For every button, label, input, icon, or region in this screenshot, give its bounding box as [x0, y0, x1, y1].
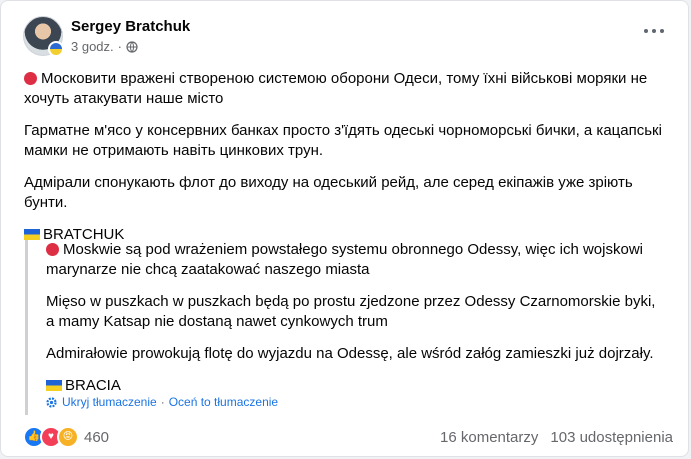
translation-paragraph-text: Moskwie są pod wrażeniem powstałego syst…: [46, 241, 643, 278]
ukraine-flag-icon: [24, 229, 40, 240]
author-name[interactable]: Sergey Bratchuk: [71, 17, 190, 36]
ukraine-flag-icon: [46, 380, 62, 391]
post-paragraph: Гарматне м'ясо у консервних банках прост…: [24, 122, 662, 159]
translation-paragraph: Mięso w puszkach w puszkach będą po pros…: [46, 293, 656, 330]
post-meta: 3 godz. ·: [71, 38, 190, 55]
post-body: Московити вражені створеною системою обо…: [24, 69, 664, 257]
time-separator: ·: [117, 39, 122, 54]
post-paragraph: Адмірали спонукають флот до виходу на од…: [24, 174, 633, 211]
comments-count[interactable]: 16 komentarzy: [440, 429, 538, 446]
more-options-button[interactable]: [644, 26, 664, 36]
translation-body: Moskwie są pod wrażeniem powstałego syst…: [46, 240, 666, 408]
avatar[interactable]: [23, 16, 64, 57]
dot-icon: [644, 29, 648, 33]
post-header: Sergey Bratchuk 3 godz. ·: [23, 15, 190, 57]
red-circle-icon: [46, 243, 59, 256]
translation-signature: BRACIA: [46, 376, 666, 396]
reactions-summary[interactable]: 👍 ♥ 😡 460: [23, 426, 109, 448]
shares-count[interactable]: 103 udostępnienia: [550, 429, 673, 446]
angry-icon: 😡: [57, 426, 79, 448]
translation-links: Ukryj tłumaczenie · Oceń to tłumaczenie: [45, 395, 278, 409]
link-separator: ·: [160, 395, 165, 409]
post-time[interactable]: 3 godz.: [71, 38, 114, 55]
translation-paragraph: Moskwie są pod wrażeniem powstałego syst…: [46, 240, 666, 280]
red-circle-icon: [24, 72, 37, 85]
hide-translation-link[interactable]: Ukryj tłumaczenie: [62, 395, 157, 409]
globe-icon: [126, 40, 138, 53]
gear-icon[interactable]: [45, 396, 58, 409]
rate-translation-link[interactable]: Oceń to tłumaczenie: [169, 395, 278, 409]
dot-icon: [660, 29, 664, 33]
reaction-count[interactable]: 460: [84, 429, 109, 446]
translation-paragraph: Admirałowie prowokują flotę do wyjazdu n…: [46, 345, 654, 362]
dot-icon: [652, 29, 656, 33]
author-info: Sergey Bratchuk 3 godz. ·: [71, 17, 190, 55]
post-paragraph-text: Московити вражені створеною системою обо…: [24, 70, 648, 107]
post-paragraph: Московити вражені створеною системою обо…: [24, 69, 664, 109]
post-stats: 16 komentarzy 103 udostępnienia: [440, 429, 673, 446]
post-footer: 👍 ♥ 😡 460 16 komentarzy 103 udostępnieni…: [23, 426, 673, 448]
translation-block: Moskwie są pod wrażeniem powstałego syst…: [25, 240, 665, 415]
translation-signature-text: BRACIA: [65, 377, 121, 394]
post-card: Sergey Bratchuk 3 godz. · Московити враж…: [0, 0, 689, 457]
